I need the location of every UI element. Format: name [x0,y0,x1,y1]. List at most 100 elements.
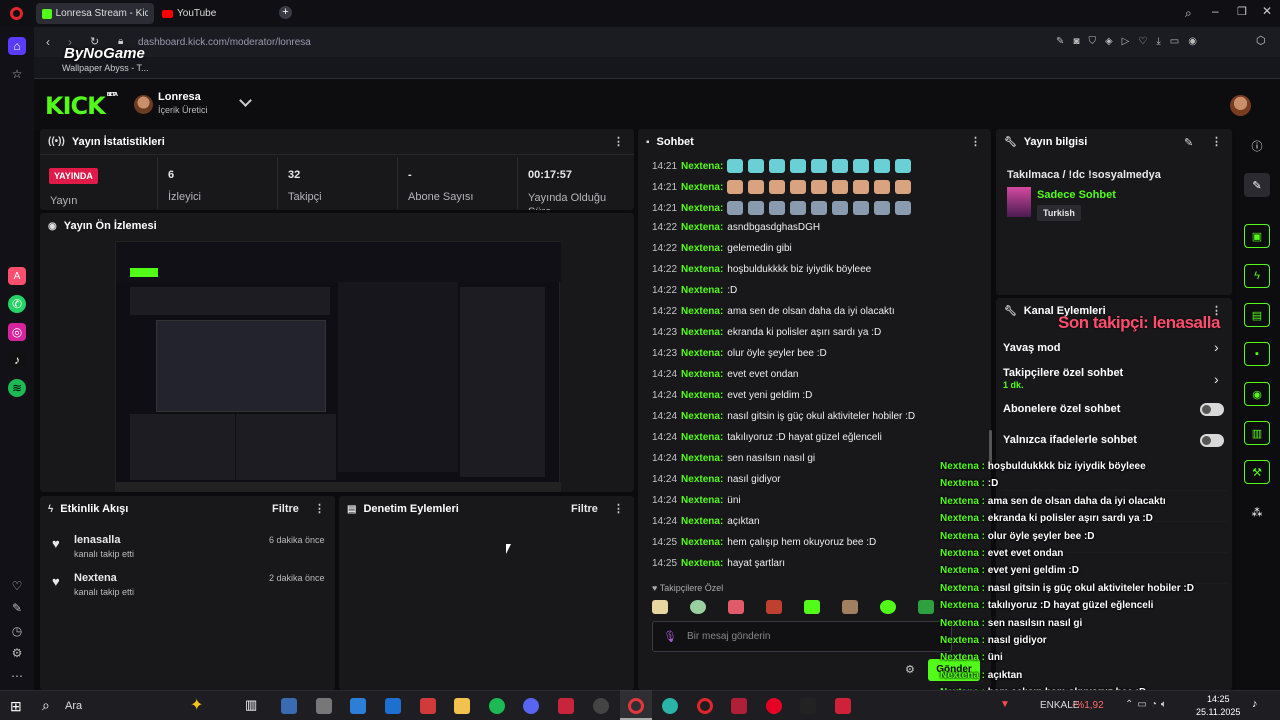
chat-username[interactable]: Nextena: [681,285,723,296]
taskbar-app-icon[interactable] [420,698,436,714]
taskbar-app-icon[interactable] [385,698,401,714]
activity-filter-button[interactable]: Filtre [272,503,299,515]
whatsapp-icon[interactable]: ✆ [8,295,26,313]
emote-icon[interactable] [766,600,782,614]
notification-bell-icon[interactable]: ♪ [1252,698,1258,710]
stats-menu-icon[interactable]: ⋮ [613,135,624,148]
screen-icon[interactable]: ▣ [1244,224,1270,248]
maximize-button[interactable]: ❐ [1237,5,1247,18]
taskbar-app-icon[interactable] [731,698,747,714]
profile-icon[interactable]: ◉ [1188,36,1197,47]
chat-username[interactable]: Nextena: [681,348,723,359]
language-tag[interactable]: Turkish [1037,205,1081,221]
chat-username[interactable]: Nextena: [681,432,723,443]
taskbar-app-icon[interactable] [558,698,574,714]
camera-icon[interactable]: ◙ [1073,36,1079,47]
clipboard-icon[interactable]: ▥ [1244,421,1270,445]
kick-logo[interactable]: KICK BETA [45,92,118,120]
tab-kick[interactable]: Lonresa Stream - Kick Da [36,3,154,24]
taskbar-search-icon[interactable]: ⌕ [42,697,50,714]
taskbar-app-icon[interactable] [316,698,332,714]
send-icon[interactable]: ▷ [1122,36,1130,47]
new-tab-button[interactable]: + [279,6,292,19]
taskbar-edge-icon[interactable] [662,698,678,714]
task-view-icon[interactable]: ▥ [245,697,257,713]
chat-username[interactable]: Nextena: [681,327,723,338]
chat-username[interactable]: Nextena: [681,182,723,193]
stream-info-menu-icon[interactable]: ⋮ [1211,135,1222,148]
emote-icon[interactable] [842,600,858,614]
tiktok-icon[interactable]: ♪ [8,351,26,369]
aria-icon[interactable]: A [8,267,26,285]
taskbar-search-label[interactable]: Ara [65,700,82,712]
emotes-chat-row[interactable]: Yalnızca ifadelerle sohbet [1003,434,1137,446]
notes-icon[interactable]: ▤ [1244,303,1270,327]
edit-pencil-icon[interactable]: ✎ [1184,136,1193,149]
chat-username[interactable]: Nextena: [681,516,723,527]
chat-username[interactable]: Nextena: [681,537,723,548]
instagram-icon[interactable]: ◎ [8,323,26,341]
bookmark-wallpaper[interactable]: Wallpaper Abyss - T... [62,63,149,73]
history-icon[interactable]: ◷ [8,622,26,640]
taskbar-app-icon[interactable] [350,698,366,714]
moderation-filter-button[interactable]: Filtre [571,503,598,515]
home-icon[interactable]: ⌂ [8,37,26,55]
emote-icon[interactable] [918,600,934,614]
taskbar-tiktok-icon[interactable] [800,698,816,714]
chat-menu-icon[interactable]: ⋮ [970,135,981,148]
subs-chat-row[interactable]: Abonelere özel sohbet [1003,403,1120,415]
followers-chat-row[interactable]: Takipçilere özel sohbet 1 dk. [1003,367,1123,391]
close-window-button[interactable]: ✕ [1262,4,1272,18]
info-icon[interactable]: ⓘ [1244,134,1270,158]
taskbar-spotify-icon[interactable] [489,698,505,714]
chevron-right-icon[interactable]: › [1214,339,1219,355]
chevron-right-icon[interactable]: › [1214,371,1219,387]
user-avatar[interactable] [1230,95,1251,116]
minimize-button[interactable]: – [1212,4,1219,18]
emotes-chat-toggle[interactable] [1200,434,1224,447]
category-name[interactable]: Sadece Sohbet [1037,189,1116,201]
taskbar-app-icon[interactable] [835,698,851,714]
taskbar-discord-icon[interactable] [523,698,539,714]
microphone-icon[interactable]: 🎙︎ [663,630,677,643]
chat-username[interactable]: Nextena: [681,453,723,464]
taskbar-app-icon[interactable] [593,698,609,714]
shield-icon[interactable]: ⛉ [1088,36,1096,47]
snapshot-icon[interactable]: ▭ [1170,36,1179,47]
broadcast-tool-icon[interactable]: ◉ [1244,382,1270,406]
chat-username[interactable]: Nextena: [681,161,723,172]
chat-username[interactable]: Nextena: [681,264,723,275]
wrench-tool-icon[interactable]: ⚒ [1244,460,1270,484]
tab-youtube[interactable]: YouTube [156,3,266,24]
favorite-icon[interactable]: ♡ [1138,36,1147,47]
emote-icon[interactable] [804,600,820,614]
subs-chat-toggle[interactable] [1200,403,1224,416]
moderation-menu-icon[interactable]: ⋮ [613,502,624,515]
opera-logo-icon[interactable] [10,7,23,20]
chat-username[interactable]: Nextena: [681,306,723,317]
channel-avatar[interactable] [134,95,153,114]
emote-icon[interactable] [728,600,744,614]
emote-icon[interactable] [690,600,706,614]
bolt-icon[interactable]: ϟ [1244,264,1270,288]
chat-username[interactable]: Nextena: [681,495,723,506]
edit-page-icon[interactable]: ✎ [1056,36,1064,47]
chat-username[interactable]: Nextena: [681,243,723,254]
chat-username[interactable]: Nextena: [681,369,723,380]
emote-icon[interactable] [880,600,896,614]
chat-username[interactable]: Nextena: [681,203,723,214]
sparkle-icon[interactable]: ✦ [190,695,203,715]
activity-menu-icon[interactable]: ⋮ [314,502,325,515]
more-icon[interactable]: ⋯ [8,667,26,685]
taskbar-opera-gx-icon[interactable] [697,698,713,714]
chat-settings-icon[interactable]: ⚙ [905,663,915,676]
settings-icon[interactable]: ⚙ [8,644,26,662]
tray-icons[interactable]: ⌃▭◔🔈︎ [1125,699,1171,710]
windows-start-icon[interactable]: ⊞ [10,698,22,715]
edit-icon[interactable]: ✎ [8,599,26,617]
stream-preview-video[interactable] [115,241,561,492]
emote-icon[interactable] [652,600,668,614]
dots-cluster-icon[interactable]: ⁂ [1244,500,1270,524]
chat-bubble-icon[interactable]: ▪ [1244,342,1270,366]
slow-mode-row[interactable]: Yavaş mod [1003,342,1060,354]
